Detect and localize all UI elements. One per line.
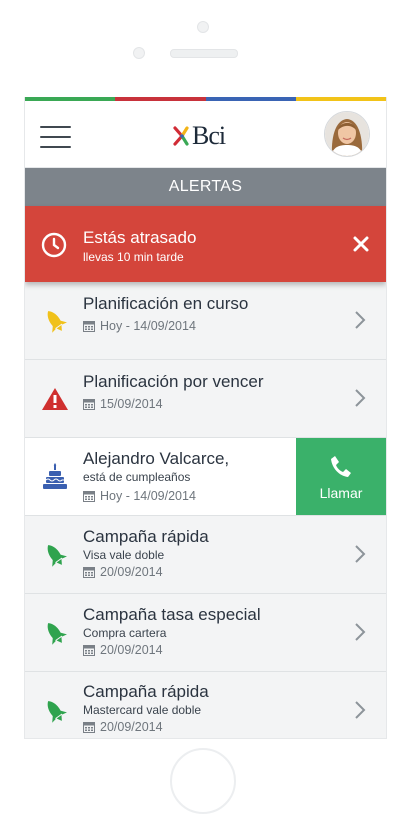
calendar-icon [83,399,95,410]
item-subtitle: está de cumpleaños [83,470,191,484]
list-item[interactable]: Campaña rápida Visa vale doble 20/09/201… [25,516,386,594]
rocket-icon [47,545,67,567]
item-title: Planificación por vencer [83,372,264,391]
item-date-text: Hoy - 14/09/2014 [100,319,196,333]
list-item[interactable]: Alejandro Valcarce, está de cumpleaños H… [25,438,386,516]
item-title: Campaña rápida [83,682,209,701]
chevron-right-icon [355,311,366,329]
app-screen: Bci ALERTAS Estás atrasado llevas 10 min… [24,97,387,739]
front-camera [197,21,209,33]
item-date-text: 20/09/2014 [100,565,163,579]
late-alert-banner: Estás atrasado llevas 10 min tarde [25,206,386,282]
item-title: Planificación en curso [83,294,249,313]
list-item[interactable]: Campaña rápida Mastercard vale doble 20/… [25,672,386,738]
item-title: Alejandro Valcarce, [83,449,230,468]
proximity-sensor [133,47,145,59]
user-avatar[interactable] [324,111,370,157]
logo-text: Bci [192,121,226,150]
item-subtitle: Visa vale doble [83,548,165,562]
close-icon[interactable] [352,235,370,253]
section-title: ALERTAS [25,168,386,206]
call-button-label: Llamar [319,485,363,501]
chevron-right-icon [355,389,366,407]
app-header: Bci [25,101,386,168]
item-date: 20/09/2014 [83,565,163,579]
item-date: Hoy - 14/09/2014 [83,489,196,503]
item-date-text: 15/09/2014 [100,397,163,411]
list-item[interactable]: Campaña tasa especial Compra cartera 20/… [25,594,386,672]
clock-icon [41,232,67,258]
item-date-text: Hoy - 14/09/2014 [100,489,196,503]
item-title: Campaña rápida [83,527,209,546]
alerts-list: Planificación en curso Hoy - 14/09/2014 [25,282,386,738]
calendar-icon [83,645,95,656]
birthday-cake-icon [43,463,67,489]
list-item[interactable]: Planificación por vencer 15/09/2014 [25,360,386,438]
chevron-right-icon [355,701,366,719]
item-date: 20/09/2014 [83,720,163,734]
phone-icon [331,456,351,477]
item-date: 15/09/2014 [83,397,163,411]
calendar-icon [83,567,95,578]
rocket-icon [47,701,67,723]
item-title: Campaña tasa especial [83,605,261,624]
item-subtitle: Mastercard vale doble [83,703,202,717]
item-date: Hoy - 14/09/2014 [83,319,196,333]
chevron-right-icon [355,545,366,563]
item-date-text: 20/09/2014 [100,643,163,657]
item-date: 20/09/2014 [83,643,163,657]
item-date-text: 20/09/2014 [100,720,163,734]
list-item[interactable]: Planificación en curso Hoy - 14/09/2014 [25,282,386,360]
chevron-right-icon [355,623,366,641]
bci-logo: Bci [173,121,226,150]
alert-subtitle: llevas 10 min tarde [83,250,184,264]
rocket-icon [47,623,67,645]
call-button[interactable]: Llamar [296,438,386,515]
alert-title: Estás atrasado [83,228,197,247]
warning-icon [42,388,68,410]
calendar-icon [83,321,95,332]
calendar-icon [83,491,95,502]
bci-logo-mark-icon [173,126,189,146]
calendar-icon [83,722,95,733]
item-subtitle: Compra cartera [83,626,167,640]
rocket-icon [47,311,67,333]
home-button[interactable] [170,748,236,814]
menu-icon[interactable] [40,126,71,148]
earpiece-speaker [170,49,238,58]
